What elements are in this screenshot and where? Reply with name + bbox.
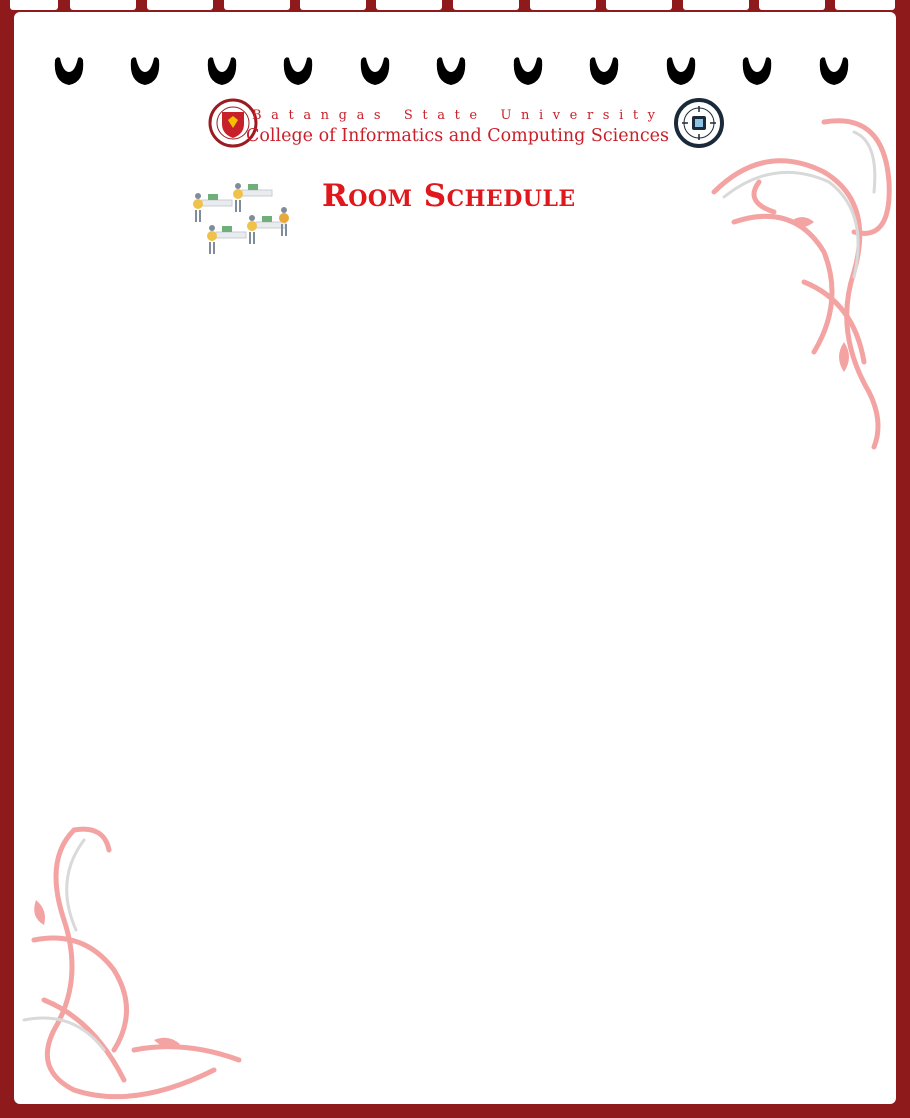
frame-tab	[300, 0, 366, 10]
binder-hole-icon	[283, 57, 313, 85]
college-name: College of Informatics and Computing Sci…	[246, 126, 670, 146]
college-seal-icon	[674, 98, 724, 148]
binder-hole-icon	[436, 57, 466, 85]
frame-tab	[835, 0, 895, 10]
people-at-desks-illustration	[193, 183, 289, 254]
paper-page	[14, 12, 896, 1104]
corner-swirl-decoration	[22, 826, 242, 1100]
binder-hole-icon	[666, 57, 696, 85]
university-name: Batangas State University	[252, 108, 665, 123]
binder-hole-icon	[589, 57, 619, 85]
binder-hole-icon	[742, 57, 772, 85]
frame-tab	[606, 0, 672, 10]
binder-hole-icon	[360, 57, 390, 85]
frame-tab	[759, 0, 825, 10]
binder-hole-icon	[207, 57, 237, 85]
frame-tab	[70, 0, 136, 10]
frame-tab	[224, 0, 290, 10]
frame-tab	[10, 0, 58, 10]
binder-hole-icon	[54, 57, 84, 85]
frame-tab	[376, 0, 442, 10]
frame-tab	[683, 0, 749, 10]
frame-tab	[453, 0, 519, 10]
frame-tab	[147, 0, 213, 10]
frame-tab	[530, 0, 596, 10]
binder-hole-icon	[819, 57, 849, 85]
binder-hole-icon	[130, 57, 160, 85]
page-title: Room Schedule	[322, 178, 576, 214]
corner-swirl-decoration	[711, 118, 892, 450]
binder-hole-icon	[513, 57, 543, 85]
